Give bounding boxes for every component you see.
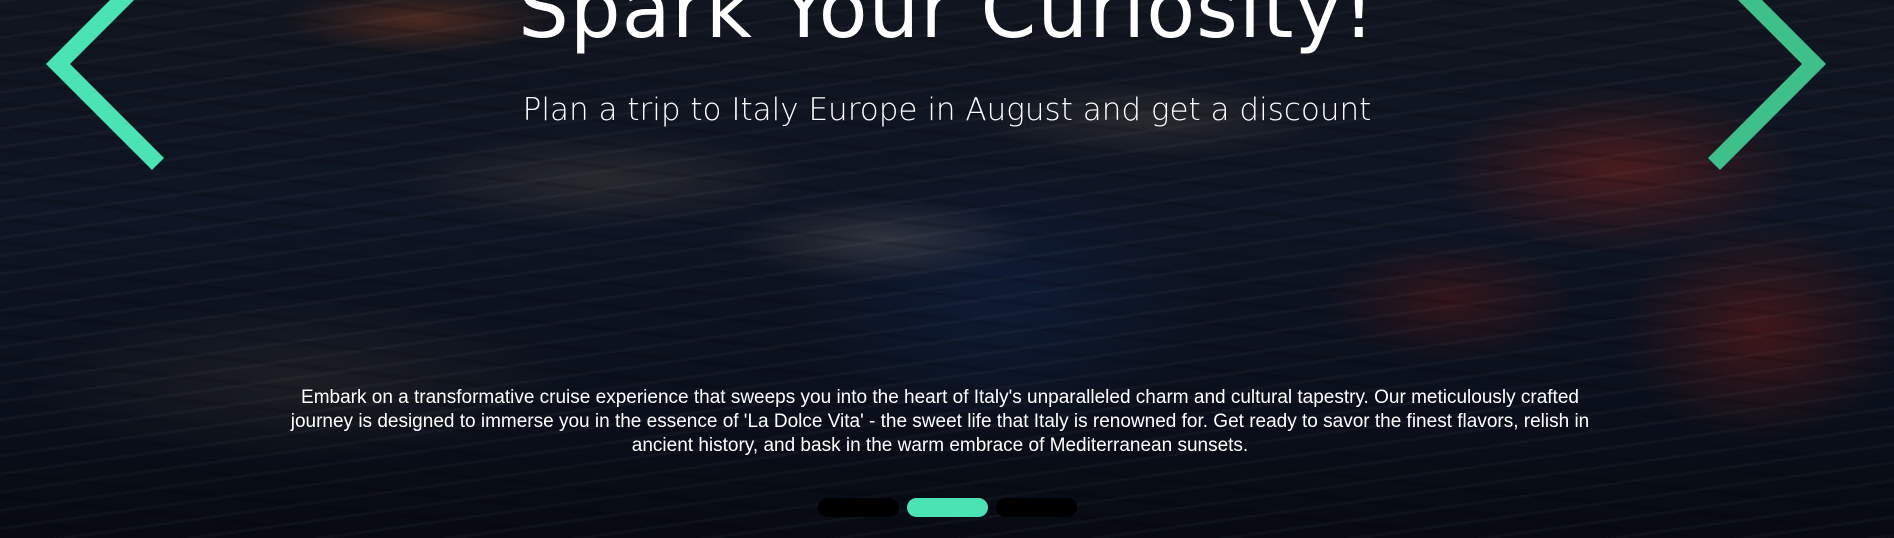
carousel-indicators <box>0 498 1894 517</box>
hero-banner: Spark Your Curiosity! Plan a trip to Ita… <box>0 0 1894 538</box>
carousel-next-button[interactable] <box>1662 0 1832 171</box>
carousel-dot-1[interactable] <box>817 498 899 517</box>
carousel-dot-2[interactable] <box>906 498 988 517</box>
chevron-right-icon <box>1707 0 1827 171</box>
hero-description: Embark on a transformative cruise experi… <box>290 387 1590 456</box>
chevron-left-icon <box>45 0 165 171</box>
carousel-prev-button[interactable] <box>40 0 210 171</box>
carousel-dot-3[interactable] <box>995 498 1077 517</box>
hero-headline: Spark Your Curiosity! <box>518 0 1376 56</box>
hero-subhead: Plan a trip to Italy Europe in August an… <box>522 92 1372 128</box>
